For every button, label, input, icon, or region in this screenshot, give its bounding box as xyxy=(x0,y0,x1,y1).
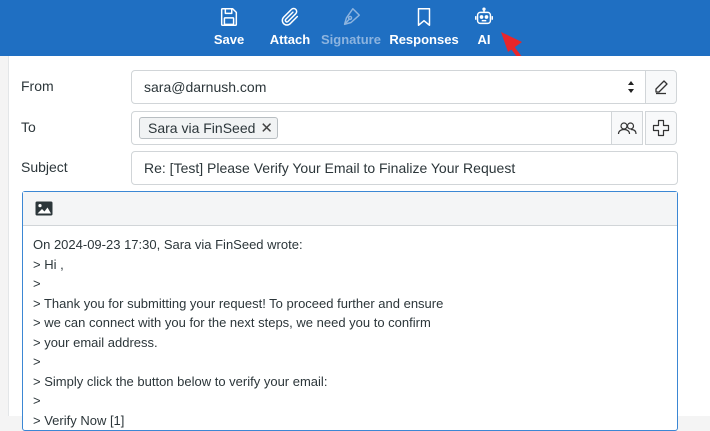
responses-button[interactable]: Responses xyxy=(389,0,459,56)
signature-button[interactable]: Signature xyxy=(320,0,382,56)
to-input[interactable]: Sara via FinSeed ✕ xyxy=(131,111,612,145)
body-line: > xyxy=(33,276,41,291)
from-label: From xyxy=(21,78,54,94)
pencil-icon xyxy=(655,80,668,95)
ai-button[interactable]: AI xyxy=(472,0,496,56)
image-icon[interactable] xyxy=(35,201,53,216)
body-line: > Verify Now [1] xyxy=(33,412,125,428)
subject-input[interactable]: Re: [Test] Please Verify Your Email to F… xyxy=(131,151,678,185)
bookmark-icon xyxy=(417,8,431,26)
from-select[interactable]: sara@darnush.com xyxy=(131,70,646,104)
robot-icon xyxy=(475,7,493,25)
pen-nib-icon xyxy=(343,8,360,26)
save-label: Save xyxy=(213,32,245,47)
signature-label: Signature xyxy=(321,32,381,47)
compose-toolbar: Save Attach Signature Responses AI xyxy=(0,0,710,56)
remove-recipient-icon[interactable]: ✕ xyxy=(260,121,273,136)
attach-label: Attach xyxy=(269,32,311,47)
subject-value: Re: [Test] Please Verify Your Email to F… xyxy=(144,160,516,176)
plus-icon xyxy=(652,119,670,137)
body-line: > your email address. xyxy=(33,334,158,350)
body-line: > xyxy=(33,354,41,369)
responses-label: Responses xyxy=(389,32,459,47)
ai-label: AI xyxy=(477,32,491,47)
body-line: On 2024-09-23 17:30, Sara via FinSeed wr… xyxy=(33,237,303,252)
save-button[interactable]: Save xyxy=(213,0,245,56)
body-line: > Thank you for submitting your request!… xyxy=(33,295,444,311)
add-recipient-button[interactable] xyxy=(645,111,677,145)
attach-button[interactable]: Attach xyxy=(268,0,312,56)
recipient-chip[interactable]: Sara via FinSeed ✕ xyxy=(139,117,278,139)
compose-form: From sara@darnush.com To Sara via FinSee… xyxy=(8,56,710,431)
message-body[interactable]: On 2024-09-23 17:30, Sara via FinSeed wr… xyxy=(23,226,677,430)
contacts-icon xyxy=(617,122,637,135)
body-line: > we can connect with you for the next s… xyxy=(33,315,431,330)
from-value: sara@darnush.com xyxy=(144,79,267,95)
floppy-disk-icon xyxy=(220,8,238,26)
body-line: > Simply click the button below to verif… xyxy=(33,373,328,389)
editor-toolbar xyxy=(23,192,677,226)
body-line: > Hi , xyxy=(33,256,64,272)
to-label: To xyxy=(21,119,36,135)
subject-label: Subject xyxy=(21,159,68,175)
contacts-button[interactable] xyxy=(611,111,643,145)
paperclip-icon xyxy=(281,7,299,26)
message-editor[interactable]: On 2024-09-23 17:30, Sara via FinSeed wr… xyxy=(22,191,678,431)
recipient-name: Sara via FinSeed xyxy=(148,120,256,136)
edit-identity-button[interactable] xyxy=(645,70,677,104)
select-caret-icon xyxy=(628,81,634,93)
body-line: > xyxy=(33,393,41,408)
